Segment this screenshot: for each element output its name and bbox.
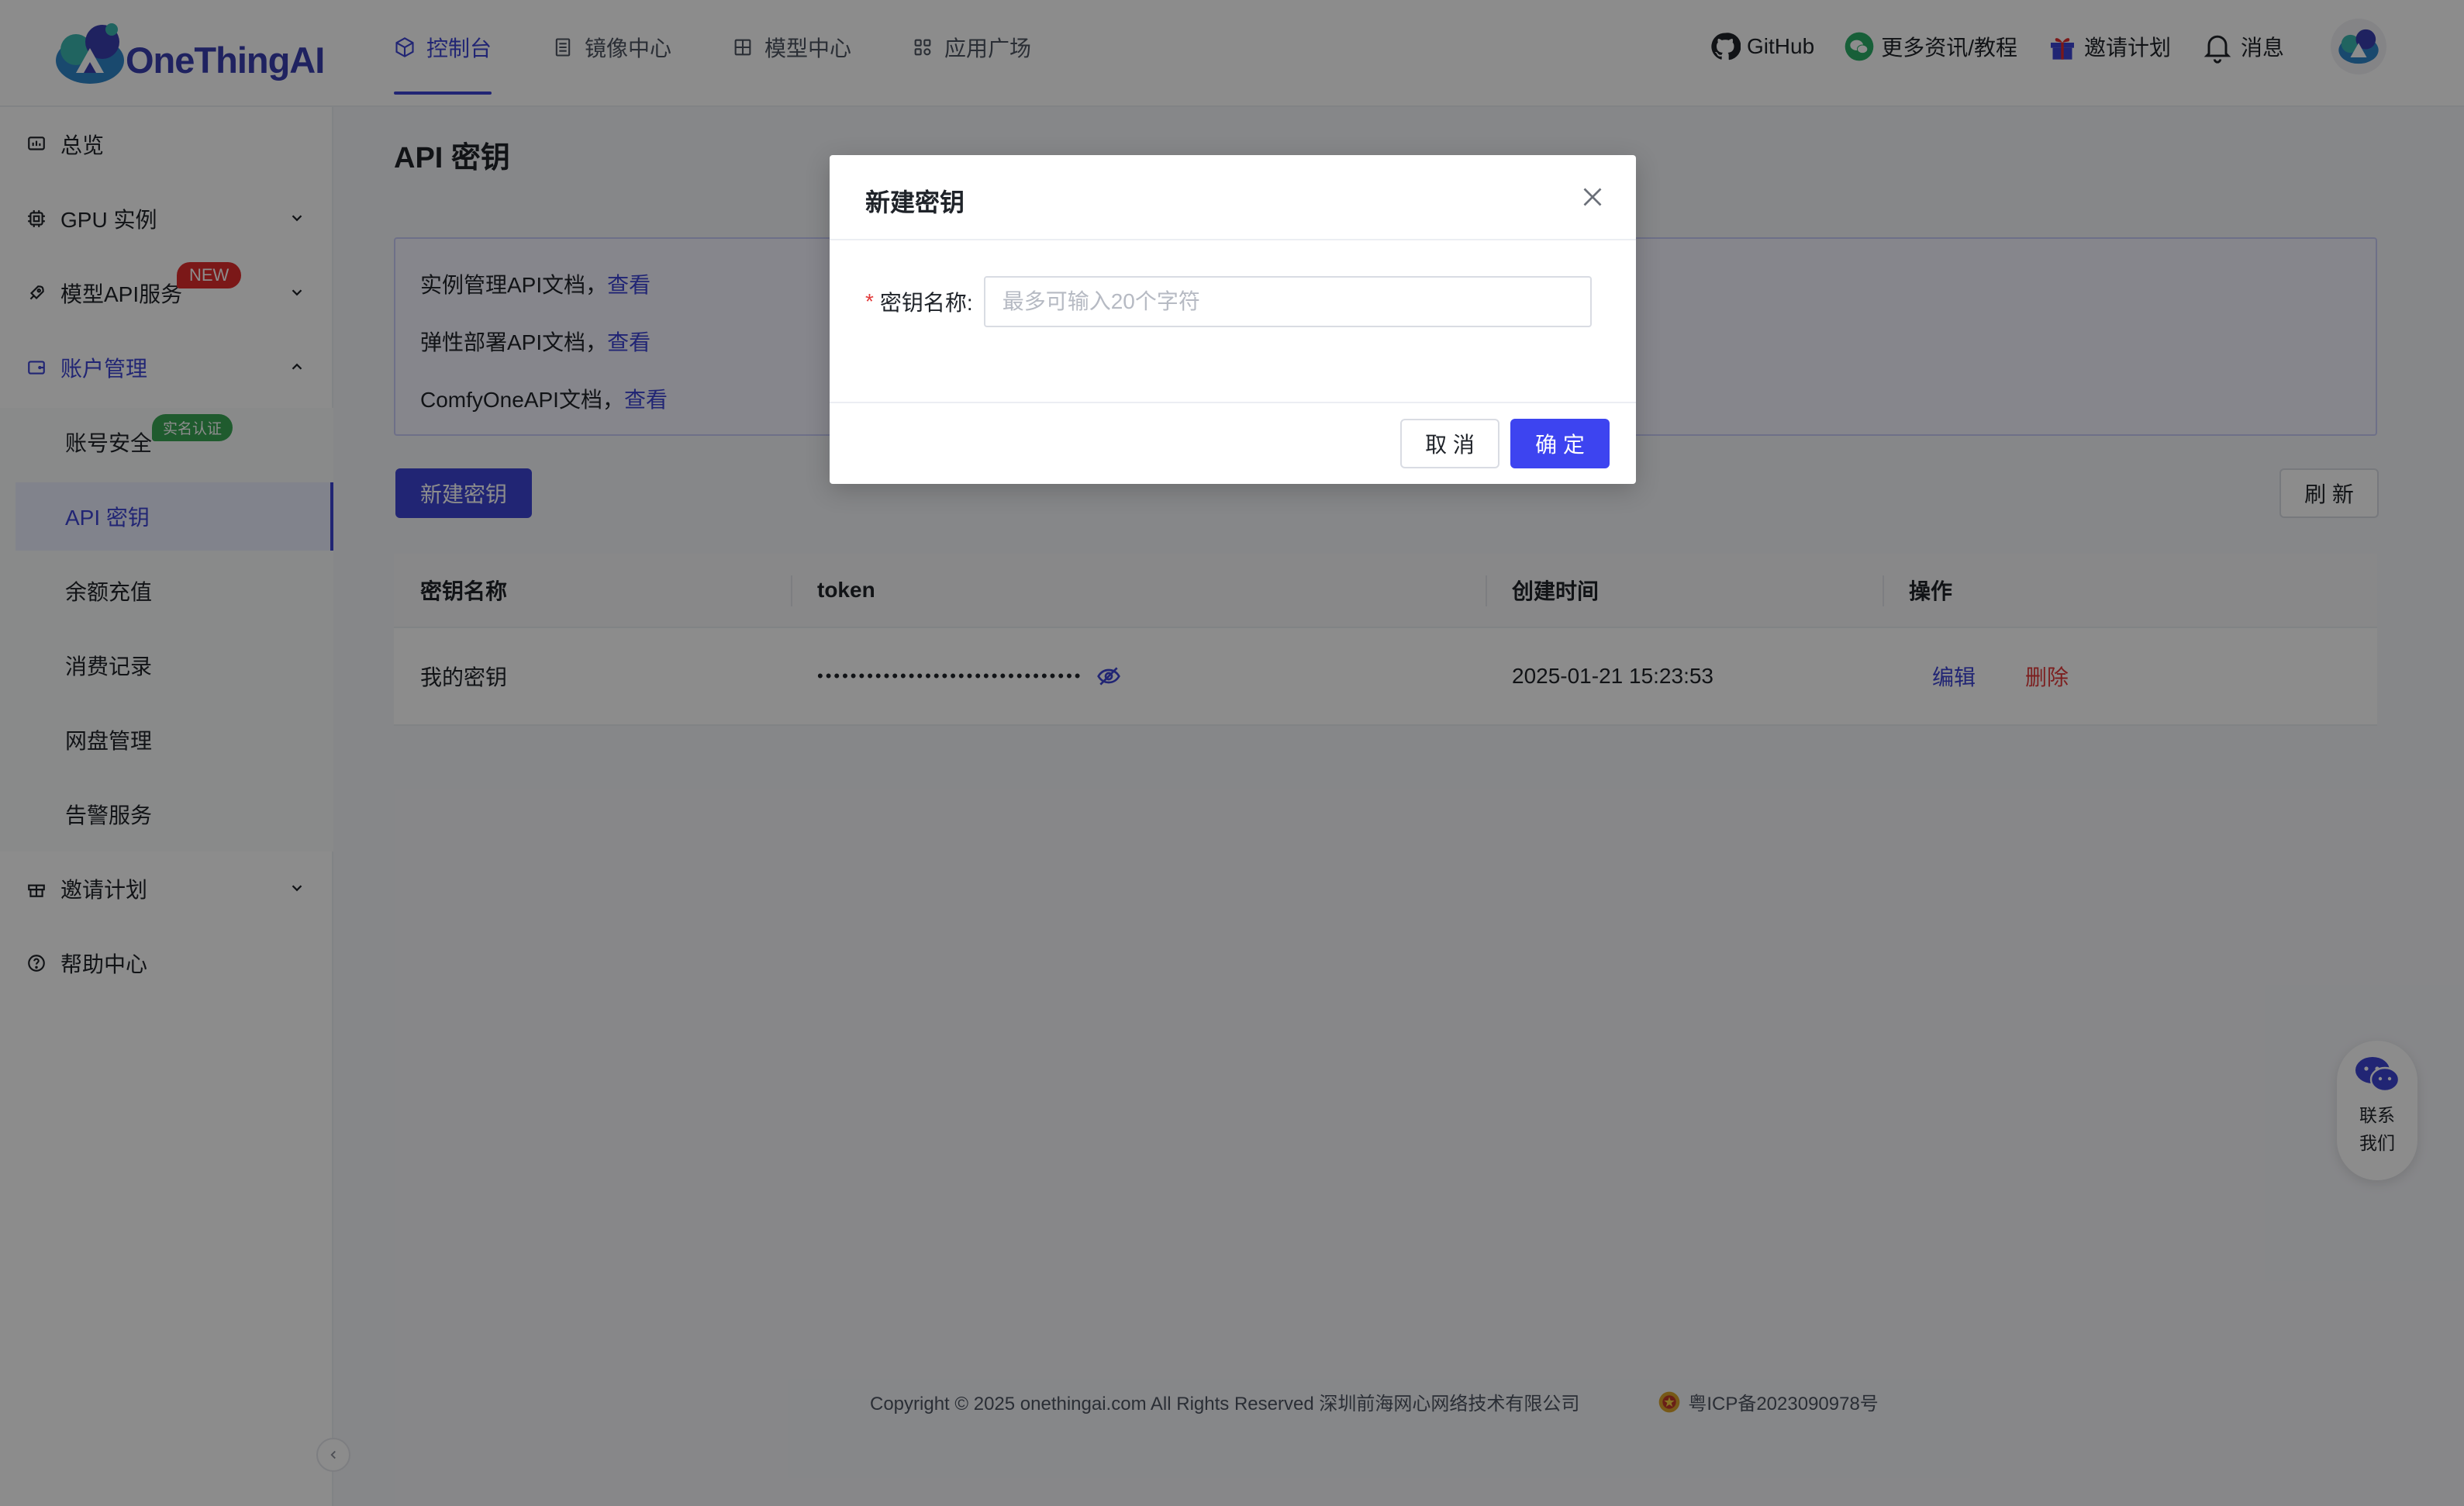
dialog-footer: 取 消 确 定 [830, 402, 1636, 484]
confirm-button[interactable]: 确 定 [1510, 419, 1610, 468]
cancel-button[interactable]: 取 消 [1400, 419, 1499, 468]
required-mark: * [865, 289, 874, 313]
key-name-form-item: * 密钥名称: [865, 276, 1592, 327]
dialog-title: 新建密钥 [865, 188, 965, 216]
key-name-label: 密钥名称: [879, 291, 973, 315]
app-window: OneThingAI 控制台 镜像中心 模型中心 应用广场 GitHub 更多资… [0, 0, 2464, 1506]
key-name-input[interactable] [983, 276, 1592, 327]
dialog-header: 新建密钥 [830, 155, 1636, 240]
close-icon[interactable] [1579, 183, 1606, 211]
new-key-dialog: 新建密钥 * 密钥名称: 取 消 确 定 [830, 155, 1636, 484]
